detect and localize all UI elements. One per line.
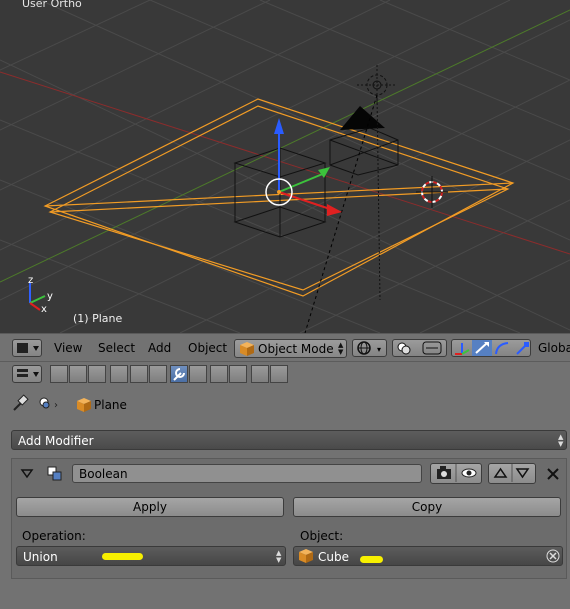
menu-add[interactable]: Add — [148, 341, 171, 355]
move-down-icon[interactable] — [515, 468, 530, 479]
properties-header — [0, 361, 570, 387]
axis-gizmo: z y x — [28, 275, 53, 315]
eye-icon[interactable] — [459, 464, 481, 482]
world-tab-icon[interactable] — [110, 365, 128, 383]
render-layers-tab-icon[interactable] — [69, 365, 87, 383]
axis-y-label: y — [47, 291, 53, 302]
editor-type-button[interactable] — [12, 339, 42, 357]
menu-select[interactable]: Select — [98, 341, 135, 355]
breadcrumb: › Plane — [0, 390, 570, 416]
copy-button[interactable]: Copy — [293, 497, 561, 517]
cube-icon — [240, 342, 254, 356]
boolean-modifier-icon — [47, 466, 62, 481]
render-tab-icon[interactable] — [50, 365, 68, 383]
object-value: Cube — [318, 550, 349, 564]
svg-text:▾: ▾ — [377, 345, 381, 354]
transform-manipulator-toggles[interactable] — [451, 339, 531, 357]
material-tab-icon[interactable] — [210, 365, 228, 383]
apply-button[interactable]: Apply — [16, 497, 284, 517]
svg-text:›: › — [54, 400, 58, 411]
scene-tab-icon[interactable] — [88, 365, 106, 383]
properties-icon — [17, 369, 39, 377]
active-object-label: (1) Plane — [73, 312, 123, 325]
yellow-highlight-mark — [360, 556, 383, 563]
operation-label: Operation: — [22, 529, 86, 543]
move-up-icon[interactable] — [493, 467, 508, 478]
pivot-and-manipulator-buttons[interactable] — [392, 339, 447, 357]
data-tab-icon[interactable] — [189, 365, 207, 383]
viewport-scene: z y x — [0, 0, 570, 333]
modifiers-tab-icon[interactable] — [170, 365, 188, 383]
globe-icon: ▾ — [357, 341, 381, 355]
axis-x-label: x — [41, 304, 47, 315]
add-modifier-label: Add Modifier — [18, 434, 94, 448]
viewport-shading-button[interactable]: ▾ — [352, 339, 387, 357]
move-buttons — [488, 463, 536, 484]
updown-arrows-icon: ▲ ▼ — [338, 341, 344, 356]
transform-manipulator — [265, 118, 342, 216]
breadcrumb-object: Plane — [94, 398, 127, 412]
rotate-icon[interactable] — [492, 340, 512, 356]
yellow-highlight-mark — [102, 553, 143, 560]
particles-tab-icon[interactable] — [251, 365, 269, 383]
mode-label: Object Mode — [258, 342, 334, 356]
menu-view[interactable]: View — [54, 341, 82, 355]
object-tab-icon[interactable] — [130, 365, 148, 383]
operation-dropdown[interactable]: Union ▲ ▼ — [16, 546, 286, 566]
mode-selector[interactable]: Object Mode ▲ ▼ — [234, 339, 347, 358]
3d-view-header: View Select Add Object Object Mode ▲▼ ▾ — [0, 333, 570, 362]
constraints-tab-icon[interactable] — [149, 365, 167, 383]
cube-icon — [77, 398, 91, 412]
properties-editor-type-button[interactable] — [12, 365, 42, 383]
modifier-name-value: Boolean — [79, 467, 128, 481]
manipulator-toggle-icon[interactable] — [452, 340, 472, 356]
viewport-icon — [17, 343, 39, 353]
object-field[interactable]: Cube — [293, 546, 563, 566]
pivot-icon — [397, 341, 442, 355]
object-label: Object: — [300, 529, 344, 543]
physics-tab-icon[interactable] — [270, 365, 288, 383]
close-icon[interactable] — [545, 466, 561, 482]
collapse-triangle-icon[interactable] — [20, 467, 34, 481]
texture-tab-icon[interactable] — [229, 365, 247, 383]
scale-icon[interactable] — [512, 340, 532, 356]
add-modifier-dropdown[interactable]: Add Modifier ▲ ▼ — [11, 430, 567, 450]
updown-arrows-icon: ▲ ▼ — [558, 433, 564, 448]
display-toggles — [430, 463, 482, 484]
viewport-title: User Ortho — [22, 0, 82, 10]
clear-field-icon[interactable] — [546, 549, 560, 563]
axis-z-label: z — [28, 275, 33, 286]
modifier-name-field[interactable]: Boolean — [72, 464, 422, 483]
menu-object[interactable]: Object — [188, 341, 227, 355]
translate-icon[interactable] — [472, 340, 492, 356]
updown-arrows-icon: ▲ ▼ — [276, 549, 282, 564]
cube-icon — [299, 549, 313, 563]
transform-orientation[interactable]: Global — [538, 341, 570, 355]
3d-viewport[interactable]: z y x User Ortho (1) Plane — [0, 0, 570, 333]
operation-value: Union — [23, 550, 58, 564]
